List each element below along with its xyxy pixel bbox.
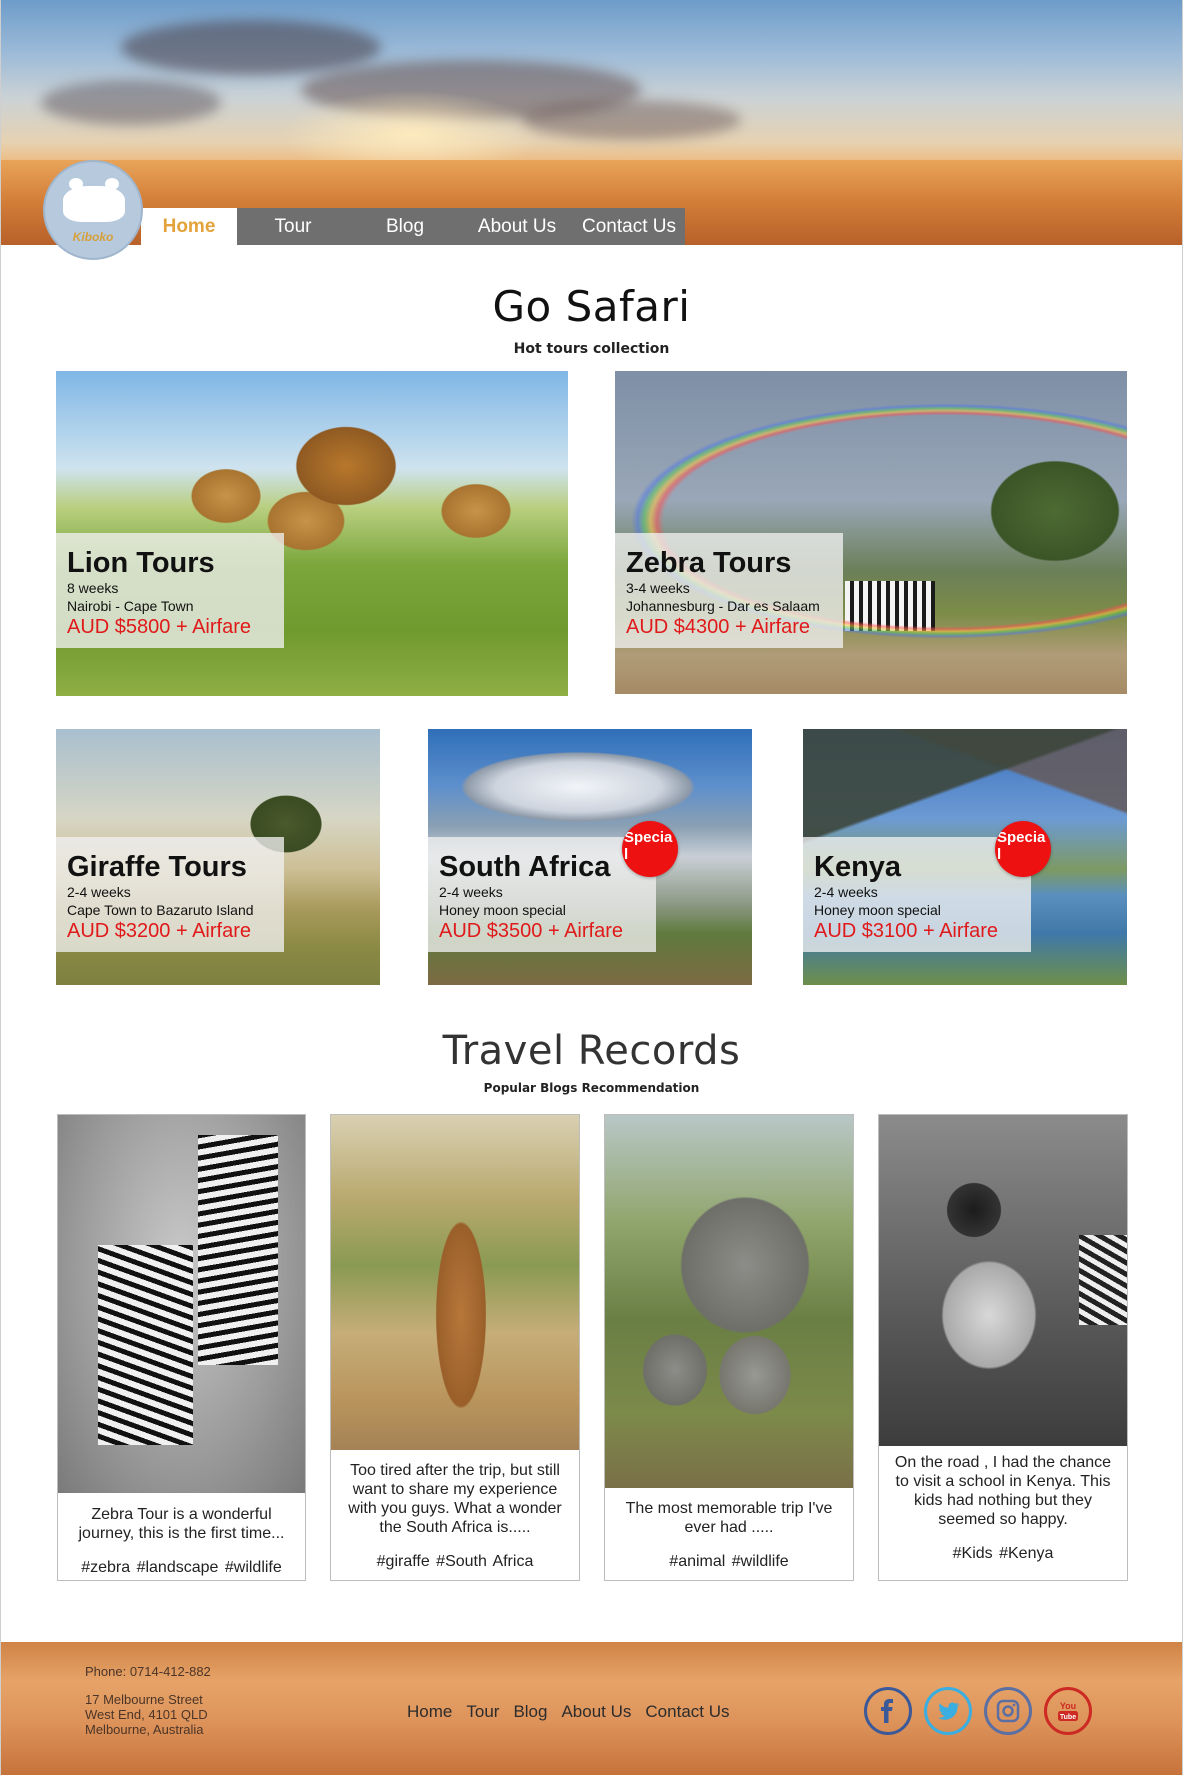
hippo-logo-icon <box>63 178 125 222</box>
nav-blog[interactable]: Blog <box>349 208 461 245</box>
kids-blog-photo <box>879 1115 1127 1446</box>
zebra-blog-photo <box>58 1115 305 1493</box>
svg-text:You: You <box>1060 1701 1076 1711</box>
blog-tags[interactable]: #Kids #Kenya <box>891 1545 1115 1563</box>
blog-tags[interactable]: #animal #wildlife <box>617 1553 841 1571</box>
tour-duration: 3-4 weeks <box>626 580 690 596</box>
tour-price: AUD $4300 + Airfare <box>626 616 810 638</box>
footer-nav: Home Tour Blog About Us Contact Us <box>407 1702 730 1722</box>
tour-route: Honey moon special <box>814 902 941 918</box>
special-badge: Specia l <box>995 821 1051 877</box>
tour-duration: 2-4 weeks <box>439 884 503 900</box>
logo-text: Kiboko <box>72 230 114 244</box>
footer: Phone: 0714-412-882 17 Melbourne Street … <box>1 1642 1182 1775</box>
footer-nav-blog[interactable]: Blog <box>513 1702 547 1722</box>
blog-card-elephant[interactable]: The most memorable trip I've ever had ..… <box>604 1114 854 1581</box>
footer-contact: Phone: 0714-412-882 17 Melbourne Street … <box>85 1664 211 1737</box>
blog-text-area: Too tired after the trip, but still want… <box>331 1461 579 1571</box>
main-nav: Home Tour Blog About Us Contact Us <box>141 208 685 245</box>
blog-text-area: The most memorable trip I've ever had ..… <box>605 1499 853 1571</box>
tours-section-title: Go Safari <box>492 282 691 331</box>
footer-address: 17 Melbourne Street West End, 4101 QLD M… <box>85 1692 211 1737</box>
tour-card-zebra[interactable]: Zebra Tours 3-4 weeks Johannesburg - Dar… <box>615 371 1127 694</box>
blog-excerpt: Too tired after the trip, but still want… <box>348 1462 562 1536</box>
instagram-icon[interactable] <box>984 1687 1032 1735</box>
blog-tags[interactable]: #zebra #landscape #wildlife <box>70 1559 293 1577</box>
tour-card-lion[interactable]: Lion Tours 8 weeks Nairobi - Cape Town A… <box>56 371 568 696</box>
cloud <box>121 20 381 75</box>
footer-phone: Phone: 0714-412-882 <box>85 1664 211 1679</box>
tour-info-panel: Lion Tours 8 weeks Nairobi - Cape Town A… <box>56 533 284 648</box>
tour-price: AUD $5800 + Airfare <box>67 616 251 638</box>
elephant-blog-photo <box>605 1115 853 1488</box>
blog-excerpt: Zebra Tour is a wonderful journey, this … <box>78 1506 285 1542</box>
tour-route: Honey moon special <box>439 902 566 918</box>
tour-title: Zebra Tours <box>626 547 792 579</box>
tour-price: AUD $3200 + Airfare <box>67 920 251 942</box>
footer-address-line: West End, 4101 QLD <box>85 1707 208 1722</box>
tour-duration: 8 weeks <box>67 580 119 596</box>
blog-section-title: Travel Records <box>442 1028 741 1074</box>
tour-route: Cape Town to Bazaruto Island <box>67 902 254 918</box>
nav-home[interactable]: Home <box>141 208 237 245</box>
tour-info-panel: Giraffe Tours 2-4 weeks Cape Town to Baz… <box>56 837 284 952</box>
tours-section-subtitle: Hot tours collection <box>513 341 670 357</box>
tour-title: Giraffe Tours <box>67 851 247 883</box>
blog-card-kids[interactable]: On the road , I had the chance to visit … <box>878 1114 1128 1581</box>
cloud <box>521 100 741 140</box>
youtube-icon[interactable]: You Tube <box>1044 1687 1092 1735</box>
tour-info-panel: Zebra Tours 3-4 weeks Johannesburg - Dar… <box>615 533 843 648</box>
tour-price: AUD $3100 + Airfare <box>814 920 998 942</box>
blog-excerpt: On the road , I had the chance to visit … <box>894 1454 1112 1528</box>
footer-address-line: Melbourne, Australia <box>85 1722 204 1737</box>
footer-nav-tour[interactable]: Tour <box>466 1702 499 1722</box>
footer-nav-home[interactable]: Home <box>407 1702 452 1722</box>
special-badge-label: Specia l <box>624 829 673 863</box>
twitter-icon[interactable] <box>924 1687 972 1735</box>
blog-card-giraffe[interactable]: Too tired after the trip, but still want… <box>330 1114 580 1581</box>
nav-contact-us[interactable]: Contact Us <box>573 208 685 245</box>
facebook-icon[interactable] <box>864 1687 912 1735</box>
blog-excerpt: The most memorable trip I've ever had ..… <box>625 1500 833 1536</box>
blog-text-area: On the road , I had the chance to visit … <box>879 1453 1127 1563</box>
tour-price: AUD $3500 + Airfare <box>439 920 623 942</box>
tour-duration: 2-4 weeks <box>814 884 878 900</box>
tour-route: Johannesburg - Dar es Salaam <box>626 598 820 614</box>
tour-card-south-africa[interactable]: South Africa 2-4 weeks Honey moon specia… <box>428 729 752 985</box>
cloud <box>41 80 221 125</box>
page: Kiboko Home Tour Blog About Us Contact U… <box>0 0 1183 1775</box>
footer-nav-about-us[interactable]: About Us <box>561 1702 631 1722</box>
tour-route: Nairobi - Cape Town <box>67 598 194 614</box>
blog-tags[interactable]: #giraffe #South Africa <box>343 1553 567 1571</box>
svg-text:Tube: Tube <box>1060 1714 1076 1721</box>
blog-card-zebra[interactable]: Zebra Tour is a wonderful journey, this … <box>57 1114 306 1581</box>
blog-text-area: Zebra Tour is a wonderful journey, this … <box>58 1505 305 1577</box>
tour-duration: 2-4 weeks <box>67 884 131 900</box>
giraffe-blog-photo <box>331 1115 579 1450</box>
footer-nav-contact-us[interactable]: Contact Us <box>645 1702 729 1722</box>
footer-address-line: 17 Melbourne Street <box>85 1692 203 1707</box>
site-logo[interactable]: Kiboko <box>43 160 143 260</box>
nav-about-us[interactable]: About Us <box>461 208 573 245</box>
nav-tour[interactable]: Tour <box>237 208 349 245</box>
special-badge: Specia l <box>622 821 678 877</box>
special-badge-label: Specia l <box>997 829 1046 863</box>
tour-title: Lion Tours <box>67 547 215 579</box>
tour-card-kenya[interactable]: Kenya 2-4 weeks Honey moon special AUD $… <box>803 729 1127 985</box>
blog-section-subtitle: Popular Blogs Recommendation <box>483 1081 700 1095</box>
tour-card-giraffe[interactable]: Giraffe Tours 2-4 weeks Cape Town to Baz… <box>56 729 380 985</box>
